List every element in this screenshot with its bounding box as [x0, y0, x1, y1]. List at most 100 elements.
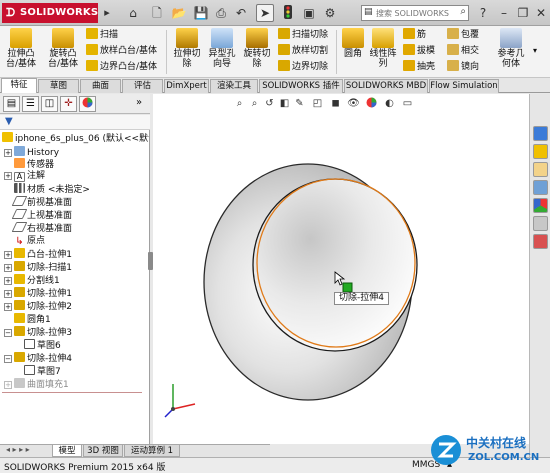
- tab-3d-views[interactable]: 3D 视图: [83, 445, 123, 457]
- tab-motion-study-1[interactable]: 运动算例 1: [124, 445, 180, 457]
- search-icon[interactable]: ⌕: [460, 6, 466, 17]
- tab-render-tools[interactable]: 渲染工具: [210, 79, 258, 93]
- sweep-button[interactable]: 扫描: [86, 28, 118, 42]
- expand-toggle[interactable]: +: [4, 290, 12, 298]
- graphics-area[interactable]: ⌕ ⌕ ↺ ◧ ✎ ◰ ◼ 👁 ◐ ▭ 切除-拉伸4: [153, 94, 529, 444]
- home-icon[interactable]: ⌂: [124, 4, 142, 22]
- tree-item-boss-extrude1[interactable]: + 凸台-拉伸1: [4, 248, 72, 260]
- dimxpert-manager-icon[interactable]: ✛: [60, 96, 77, 112]
- tree-item-history[interactable]: + History: [4, 146, 59, 158]
- tab-model[interactable]: 模型: [52, 445, 82, 457]
- tree-item-cut-extrude4[interactable]: − 切除-拉伸4: [4, 352, 72, 364]
- selection-handle[interactable]: [342, 282, 353, 293]
- expand-toggle[interactable]: +: [4, 264, 12, 272]
- boundary-boss-button[interactable]: 边界凸台/基体: [86, 60, 157, 74]
- tree-item-split-line1[interactable]: + 分割线1: [4, 274, 60, 286]
- expand-toggle[interactable]: +: [4, 149, 12, 157]
- tree-item-cut-sweep1[interactable]: + 切除-扫描1: [4, 261, 72, 273]
- filter-icon[interactable]: ▼: [5, 116, 13, 127]
- menu-expand-icon[interactable]: ▸: [101, 3, 113, 23]
- display-manager-icon[interactable]: [79, 96, 96, 112]
- rib-button[interactable]: 筋: [403, 28, 426, 42]
- more-dropdown-icon[interactable]: ▾: [533, 44, 537, 58]
- reference-geometry-button[interactable]: 参考几何体: [494, 28, 528, 69]
- intersect-button[interactable]: 相交: [447, 44, 479, 58]
- select-pointer-icon[interactable]: ➤: [256, 4, 274, 22]
- configuration-manager-icon[interactable]: ◫: [41, 96, 58, 112]
- mirror-button[interactable]: 镜向: [447, 60, 479, 74]
- boundary-cut-button[interactable]: 边界切除: [278, 60, 328, 74]
- tree-item-fill-surface1[interactable]: + 曲面填充1: [4, 378, 69, 390]
- tab-mbd[interactable]: SOLIDWORKS MBD: [344, 79, 428, 93]
- fillet-button[interactable]: 圆角: [339, 28, 367, 59]
- expand-toggle[interactable]: +: [4, 251, 12, 259]
- rollback-bar[interactable]: [2, 392, 142, 393]
- draft-button[interactable]: 拔模: [403, 44, 435, 58]
- tree-item-cut-extrude2[interactable]: + 切除-拉伸2: [4, 300, 72, 312]
- extrude-cut-button[interactable]: 拉伸切除: [170, 28, 204, 69]
- expand-panel-icon[interactable]: »: [136, 97, 142, 108]
- undo-icon[interactable]: ↶: [232, 4, 250, 22]
- options-gear-icon[interactable]: ⚙: [321, 4, 339, 22]
- file-explorer-icon[interactable]: [533, 162, 548, 177]
- design-library-icon[interactable]: [533, 144, 548, 159]
- tree-item-sketch6[interactable]: 草图6: [24, 339, 61, 351]
- tree-item-cut-extrude1[interactable]: + 切除-拉伸1: [4, 287, 72, 299]
- tree-item-origin[interactable]: ↳ 原点: [14, 235, 45, 247]
- collapse-toggle[interactable]: −: [4, 355, 12, 363]
- print-icon[interactable]: ⎙: [212, 4, 230, 22]
- feature-tree-icon[interactable]: ▤: [3, 96, 20, 112]
- new-document-icon[interactable]: 🗋: [148, 4, 166, 22]
- traffic-light-icon[interactable]: [279, 4, 297, 22]
- expand-toggle[interactable]: +: [4, 381, 12, 389]
- hole-wizard-button[interactable]: 异型孔向导: [205, 28, 239, 69]
- custom-properties-icon[interactable]: [533, 216, 548, 231]
- restore-icon[interactable]: ❐: [514, 4, 532, 22]
- tree-item-front-plane[interactable]: 前视基准面: [11, 196, 72, 208]
- save-icon[interactable]: 💾: [192, 4, 210, 22]
- tree-item-fillet1[interactable]: 圆角1: [14, 313, 51, 325]
- tab-evaluate[interactable]: 评估: [122, 79, 163, 93]
- wrap-button[interactable]: 包覆: [447, 28, 479, 42]
- loft-boss-button[interactable]: 放样凸台/基体: [86, 44, 157, 58]
- tree-item-cut-extrude3[interactable]: − 切除-拉伸3: [4, 326, 72, 338]
- tree-item-right-plane[interactable]: 右视基准面: [11, 222, 72, 234]
- swept-cut-button[interactable]: 扫描切除: [278, 28, 328, 42]
- revolve-cut-button[interactable]: 旋转切除: [240, 28, 274, 69]
- search-box[interactable]: ▤ ⌕: [361, 5, 469, 21]
- shell-button[interactable]: 抽壳: [403, 60, 435, 74]
- appearances-scenes-icon[interactable]: [533, 198, 548, 213]
- expand-toggle[interactable]: +: [4, 277, 12, 285]
- tree-item-material[interactable]: 材质 <未指定>: [14, 183, 90, 195]
- collapse-toggle[interactable]: −: [4, 329, 12, 337]
- property-manager-icon[interactable]: ☰: [22, 96, 39, 112]
- tab-dimxpert[interactable]: DimXpert: [164, 79, 209, 93]
- help-question-icon[interactable]: ?: [474, 4, 492, 22]
- solidworks-forum-icon[interactable]: [533, 234, 548, 249]
- solidworks-logo[interactable]: ᗪ SOLIDWORKS: [2, 3, 98, 23]
- tab-flow-simulation[interactable]: Flow Simulation: [429, 79, 499, 93]
- tree-item-sketch7[interactable]: 草图7: [24, 365, 61, 377]
- extrude-boss-button[interactable]: 拉伸凸台/基体: [3, 28, 39, 69]
- tab-surfaces[interactable]: 曲面: [80, 79, 121, 93]
- view-palette-icon[interactable]: [533, 180, 548, 195]
- search-input[interactable]: [376, 6, 458, 20]
- solidworks-resources-icon[interactable]: [533, 126, 548, 141]
- tree-item-sensors[interactable]: 传感器: [14, 158, 54, 170]
- expand-toggle[interactable]: +: [4, 172, 12, 180]
- open-folder-icon[interactable]: 📂: [170, 4, 188, 22]
- tab-features[interactable]: 特征: [1, 78, 37, 93]
- lofted-cut-button[interactable]: 放样切割: [278, 44, 328, 58]
- tree-item-top-plane[interactable]: 上视基准面: [11, 209, 72, 221]
- tab-addins[interactable]: SOLIDWORKS 插件: [259, 79, 343, 93]
- rebuild-icon[interactable]: ▣: [300, 4, 318, 22]
- linear-pattern-button[interactable]: 线性阵列: [368, 28, 398, 69]
- tree-root-part[interactable]: iphone_6s_plus_06 (默认<<默认: [2, 132, 149, 144]
- tab-sketch[interactable]: 草图: [38, 79, 79, 93]
- minimize-icon[interactable]: –: [495, 4, 513, 22]
- tab-scroll-arrows-icon[interactable]: ◂ ▸ ▸ ▸: [6, 445, 30, 454]
- expand-toggle[interactable]: +: [4, 303, 12, 311]
- revolve-boss-button[interactable]: 旋转凸台/基体: [45, 28, 81, 69]
- close-icon[interactable]: ✕: [532, 4, 550, 22]
- tree-item-annotations[interactable]: + A 注解: [4, 170, 45, 182]
